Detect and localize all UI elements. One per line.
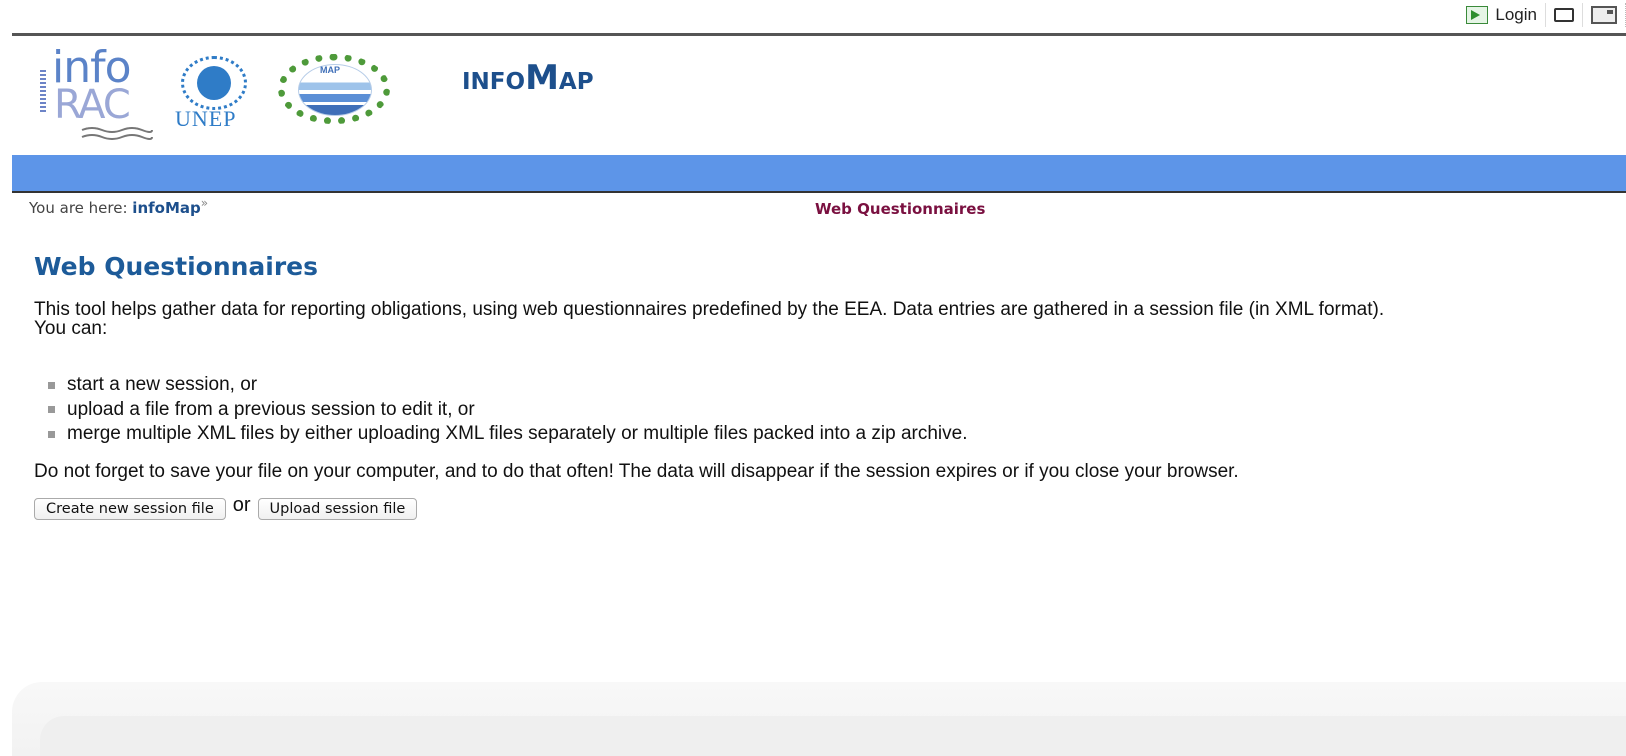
or-text: or (232, 494, 251, 516)
intro-you-can: You can: (34, 318, 108, 339)
unep-logo[interactable]: UNEP (175, 56, 257, 131)
breadcrumb: You are here: infoMap» (29, 196, 209, 217)
top-toolbar: Login (1458, 0, 1626, 30)
print-button[interactable] (1546, 3, 1583, 27)
fullscreen-icon (1591, 6, 1617, 24)
list-item-text: upload a file from a previous session to… (67, 398, 475, 420)
waves-icon (81, 127, 153, 140)
list-item: start a new session, or (34, 373, 967, 398)
unep-logo-text: UNEP (175, 106, 237, 131)
page-title: Web Questionnaires (34, 252, 319, 281)
list-item-text: merge multiple XML files by either uploa… (67, 423, 968, 445)
fullscreen-button[interactable] (1583, 3, 1626, 27)
logo-vertical-text (40, 70, 46, 114)
printer-icon (1554, 8, 1574, 22)
breadcrumb-separator: » (200, 196, 209, 210)
login-link[interactable]: Login (1458, 3, 1546, 27)
site-title-part: INFO (462, 69, 526, 95)
site-title-cap: M (525, 58, 559, 98)
intro-text: This tool helps gather data for reportin… (34, 300, 1594, 338)
breadcrumb-link-infomap[interactable]: infoMap (132, 199, 200, 217)
session-actions: Create new session file or Upload sessio… (34, 494, 418, 520)
breadcrumb-current: Web Questionnaires (815, 200, 986, 218)
site-title[interactable]: INFOMAP (462, 58, 594, 98)
bullet-icon (48, 381, 55, 389)
list-item-text: start a new session, or (67, 374, 258, 396)
header-divider (12, 33, 1626, 36)
list-item: upload a file from a previous session to… (34, 398, 967, 423)
breadcrumb-prefix: You are here: (29, 199, 128, 217)
map-logo-text: MAP (320, 65, 340, 75)
bullet-icon (48, 430, 55, 438)
save-warning: Do not forget to save your file on your … (34, 461, 1239, 482)
inforac-logo[interactable]: info RAC (40, 42, 158, 144)
map-logo[interactable]: MAP (278, 54, 390, 124)
logo-rac-text: RAC (54, 82, 131, 128)
globe-icon (197, 66, 231, 100)
list-item: merge multiple XML files by either uploa… (34, 422, 967, 447)
upload-session-button[interactable]: Upload session file (257, 497, 418, 520)
bullet-icon (48, 406, 55, 414)
site-title-part: AP (558, 69, 594, 95)
create-session-button[interactable]: Create new session file (34, 497, 226, 520)
login-label: Login (1495, 5, 1537, 24)
navigation-band (12, 155, 1626, 193)
intro-paragraph: This tool helps gather data for reportin… (34, 299, 1385, 320)
options-list: start a new session, or upload a file fr… (34, 373, 967, 447)
login-arrow-icon (1466, 6, 1489, 24)
footer-inner (40, 716, 1626, 756)
